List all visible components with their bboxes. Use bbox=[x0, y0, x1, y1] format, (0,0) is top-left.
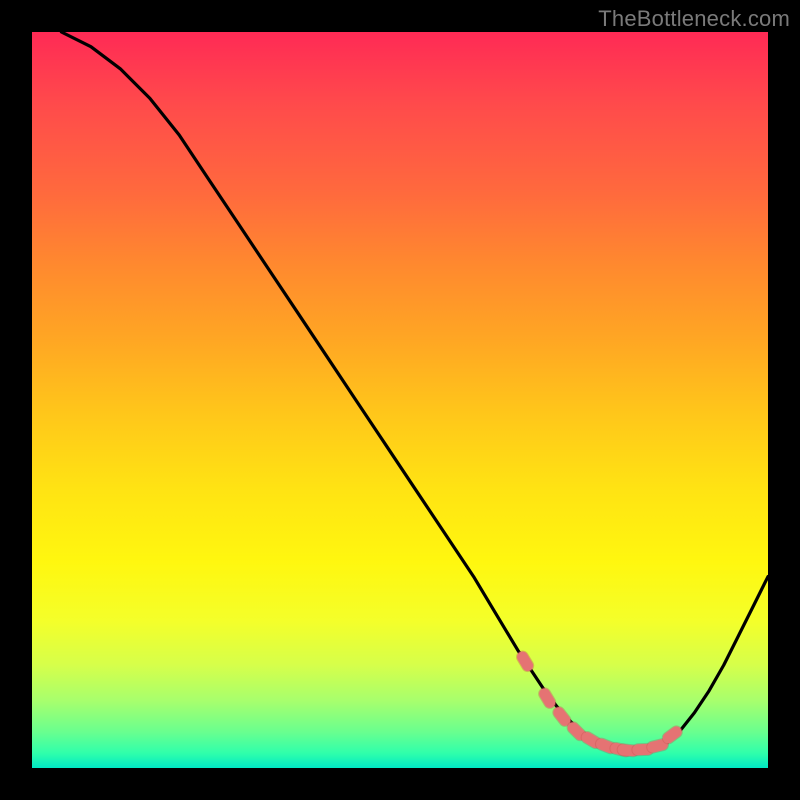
highlight-marker bbox=[559, 713, 565, 721]
highlight-markers bbox=[523, 657, 677, 751]
highlight-marker bbox=[653, 745, 663, 747]
plot-area bbox=[32, 32, 768, 768]
highlight-marker bbox=[523, 657, 528, 666]
bottleneck-curve bbox=[61, 32, 768, 753]
highlight-marker bbox=[668, 732, 676, 738]
highlight-marker bbox=[545, 694, 550, 703]
highlight-marker bbox=[601, 744, 610, 748]
chart-overlay bbox=[32, 32, 768, 768]
chart-stage: { "watermark": "TheBottleneck.com", "col… bbox=[0, 0, 800, 800]
watermark-text: TheBottleneck.com bbox=[598, 6, 790, 32]
highlight-marker bbox=[573, 728, 580, 735]
highlight-marker bbox=[587, 738, 596, 743]
